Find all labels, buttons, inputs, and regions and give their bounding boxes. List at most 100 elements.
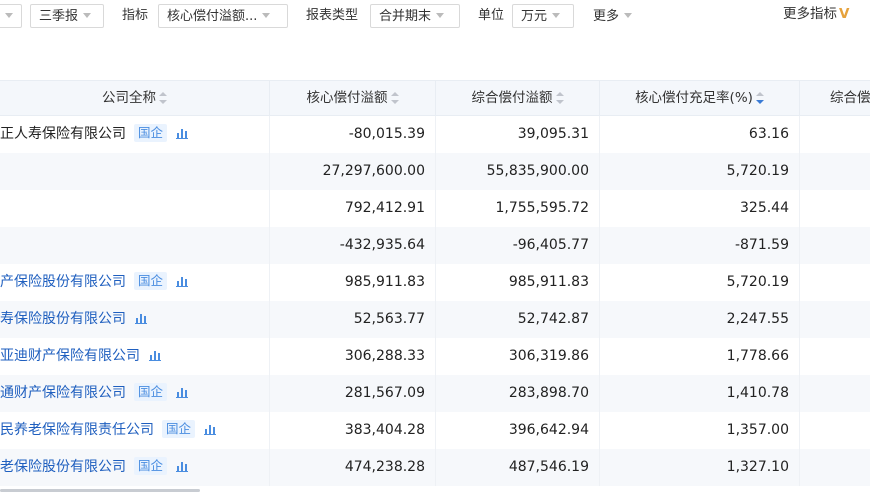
table-row[interactable]: 正人寿保险有限公司 国企 -80,015.39 39,095.31 63.16 bbox=[0, 116, 870, 153]
unit-select[interactable]: 万元 bbox=[512, 4, 574, 28]
sort-icon[interactable] bbox=[159, 92, 167, 104]
company-name-cell[interactable]: 亚迪财产保险有限公司 bbox=[0, 338, 270, 375]
core-surplus-cell: 52,563.77 bbox=[270, 301, 436, 338]
more-indicators-button[interactable]: 更多指标 V bbox=[783, 3, 849, 25]
indicator-select[interactable]: 核心偿付溢额... bbox=[158, 4, 288, 28]
core-surplus-cell: 306,288.33 bbox=[270, 338, 436, 375]
core-surplus-cell: 474,238.28 bbox=[270, 449, 436, 486]
company-name-cell[interactable]: 产保险股份有限公司 国企 bbox=[0, 264, 270, 301]
column-header-label: 综合偿付溢额 bbox=[471, 90, 553, 106]
column-header-label: 核心偿付溢额 bbox=[306, 90, 388, 106]
comprehensive-surplus-cell: 1,755,595.72 bbox=[436, 190, 600, 227]
comprehensive-surplus-cell: 985,911.83 bbox=[436, 264, 600, 301]
unit-value: 万元 bbox=[521, 9, 548, 24]
sort-desc-icon[interactable] bbox=[755, 92, 764, 104]
table-row[interactable]: 792,412.91 1,755,595.72 325.44 bbox=[0, 190, 870, 227]
indicator-value: 核心偿付溢额... bbox=[167, 9, 258, 24]
state-owned-badge: 国企 bbox=[134, 383, 168, 401]
more-label: 更多 bbox=[593, 9, 620, 24]
more-indicators-label: 更多指标 bbox=[783, 6, 837, 22]
indicator-label: 指标 bbox=[122, 8, 149, 23]
company-name[interactable]: 民养老保险有限责任公司 bbox=[0, 422, 154, 438]
bar-chart-icon[interactable] bbox=[176, 275, 189, 287]
core-ratio-cell: 1,357.00 bbox=[600, 412, 800, 449]
bar-chart-icon[interactable] bbox=[135, 312, 147, 324]
company-name-cell[interactable]: 民养老保险有限责任公司 国企 bbox=[0, 412, 270, 449]
core-surplus-cell: 383,404.28 bbox=[270, 412, 436, 449]
core-ratio-cell: 1,410.78 bbox=[600, 375, 800, 412]
core-ratio-cell: 5,720.19 bbox=[600, 153, 800, 190]
sort-icon[interactable] bbox=[390, 92, 399, 104]
company-name-cell[interactable]: 通财产保险有限公司 国企 bbox=[0, 375, 270, 412]
table-row[interactable]: 老保险股份有限公司 国企 474,238.28 487,546.19 1,327.10 bbox=[0, 449, 870, 486]
company-name-cell[interactable] bbox=[0, 153, 270, 190]
company-name[interactable]: 通财产保险有限公司 bbox=[0, 385, 126, 401]
column-header-core-surplus[interactable]: 核心偿付溢额 bbox=[270, 81, 436, 116]
core-ratio-cell: 1,778.66 bbox=[600, 338, 800, 375]
column-header-label: 公司全称 bbox=[102, 90, 156, 106]
core-ratio-cell: 5,720.19 bbox=[600, 264, 800, 301]
report-type-value: 合并期末 bbox=[379, 9, 432, 24]
company-name[interactable]: 老保险股份有限公司 bbox=[0, 459, 126, 475]
column-header-comprehensive-ratio[interactable]: 综合偿 bbox=[800, 81, 870, 116]
column-header-comprehensive-surplus[interactable]: 综合偿付溢额 bbox=[436, 81, 600, 116]
state-owned-badge: 国企 bbox=[162, 420, 196, 438]
company-name[interactable]: 正人寿保险有限公司 bbox=[0, 126, 126, 142]
bar-chart-icon[interactable] bbox=[176, 460, 189, 472]
report-type-label: 报表类型 bbox=[306, 8, 359, 23]
core-ratio-cell: 1,327.10 bbox=[600, 449, 800, 486]
company-name-cell[interactable]: 寿保险股份有限公司 bbox=[0, 301, 270, 338]
table-row[interactable]: 通财产保险有限公司 国企 281,567.09 283,898.70 1,410.78 bbox=[0, 375, 870, 412]
company-name-cell[interactable]: 正人寿保险有限公司 国企 bbox=[0, 116, 270, 153]
table-row[interactable]: -432,935.64 -96,405.77 -871.59 bbox=[0, 227, 870, 264]
chevron-down-icon bbox=[436, 13, 445, 18]
comprehensive-surplus-cell: 55,835,900.00 bbox=[436, 153, 600, 190]
column-header-label: 核心偿付充足率(%) bbox=[635, 90, 753, 106]
company-name-cell[interactable]: 老保险股份有限公司 国企 bbox=[0, 449, 270, 486]
year-select[interactable]: 年 bbox=[0, 4, 22, 28]
core-ratio-cell: -871.59 bbox=[600, 227, 800, 264]
bar-chart-icon[interactable] bbox=[176, 386, 189, 398]
column-header-company[interactable]: 公司全称 bbox=[0, 81, 270, 116]
comprehensive-surplus-cell: 396,642.94 bbox=[436, 412, 600, 449]
comprehensive-surplus-cell: 52,742.87 bbox=[436, 301, 600, 338]
bar-chart-icon[interactable] bbox=[149, 349, 161, 361]
column-header-core-ratio[interactable]: 核心偿付充足率(%) bbox=[600, 81, 800, 116]
comprehensive-surplus-cell: 306,319.86 bbox=[436, 338, 600, 375]
state-owned-badge: 国企 bbox=[134, 272, 168, 290]
bar-chart-icon[interactable] bbox=[204, 423, 217, 435]
core-ratio-cell: 325.44 bbox=[600, 190, 800, 227]
table-row[interactable]: 27,297,600.00 55,835,900.00 5,720.19 bbox=[0, 153, 870, 190]
bar-chart-icon[interactable] bbox=[176, 127, 189, 139]
core-ratio-cell: 63.16 bbox=[600, 116, 800, 153]
column-header-label: 综合偿 bbox=[830, 90, 870, 106]
company-name-cell[interactable] bbox=[0, 227, 270, 264]
state-owned-badge: 国企 bbox=[134, 457, 168, 475]
comprehensive-surplus-cell: 39,095.31 bbox=[436, 116, 600, 153]
company-name[interactable]: 产保险股份有限公司 bbox=[0, 274, 126, 290]
chevron-down-icon bbox=[262, 13, 271, 18]
core-surplus-cell: -432,935.64 bbox=[270, 227, 436, 264]
chevron-down-icon bbox=[83, 13, 92, 18]
period-select[interactable]: 三季报 bbox=[30, 4, 104, 28]
table-row[interactable]: 产保险股份有限公司 国企 985,911.83 985,911.83 5,720.19 bbox=[0, 264, 870, 301]
vip-mark-icon: V bbox=[839, 6, 850, 22]
core-surplus-cell: 27,297,600.00 bbox=[270, 153, 436, 190]
chevron-down-icon bbox=[624, 13, 633, 18]
company-name[interactable]: 亚迪财产保险有限公司 bbox=[0, 348, 140, 364]
company-name[interactable]: 寿保险股份有限公司 bbox=[0, 311, 126, 327]
core-surplus-cell: -80,015.39 bbox=[270, 116, 436, 153]
period-value: 三季报 bbox=[39, 9, 79, 24]
report-type-select[interactable]: 合并期末 bbox=[370, 4, 460, 28]
comprehensive-surplus-cell: 283,898.70 bbox=[436, 375, 600, 412]
toolbar: 年 三季报 指标 核心偿付溢额... 报表类型 合并期末 单位 万元 更多 更多… bbox=[0, 0, 870, 40]
table-row[interactable]: 亚迪财产保险有限公司 306,288.33 306,319.86 1,778.66 bbox=[0, 338, 870, 375]
table-header: 公司全称 核心偿付溢额 综合偿付溢额 核心偿付充足率(%) 综合偿 bbox=[0, 80, 870, 116]
table-row[interactable]: 寿保险股份有限公司 52,563.77 52,742.87 2,247.55 bbox=[0, 301, 870, 338]
more-dropdown[interactable]: 更多 bbox=[593, 5, 633, 29]
sort-icon[interactable] bbox=[555, 92, 564, 104]
company-name-cell[interactable] bbox=[0, 190, 270, 227]
state-owned-badge: 国企 bbox=[134, 124, 168, 142]
core-surplus-cell: 792,412.91 bbox=[270, 190, 436, 227]
table-row[interactable]: 民养老保险有限责任公司 国企 383,404.28 396,642.94 1,357.0… bbox=[0, 412, 870, 449]
